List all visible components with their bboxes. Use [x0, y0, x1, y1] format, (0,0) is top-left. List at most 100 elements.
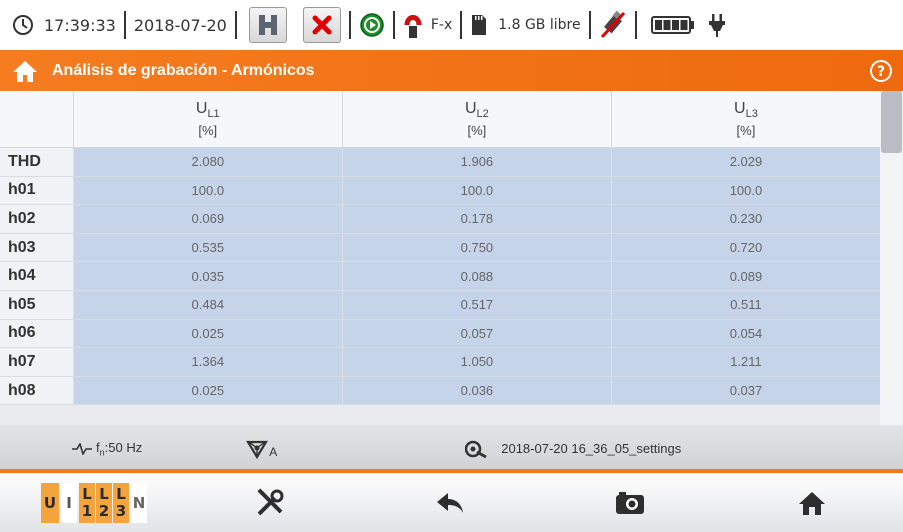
svg-text:?: ? — [877, 64, 885, 80]
column-main: U — [195, 100, 208, 118]
clamp-icon — [403, 11, 423, 39]
table-row[interactable]: h08 0.025 0.036 0.037 — [0, 376, 881, 406]
home-icon — [798, 491, 825, 515]
power-plug-icon — [707, 12, 727, 38]
row-label: h08 — [0, 376, 73, 405]
row-label: h04 — [0, 262, 73, 290]
cell-value: 2.080 — [72, 148, 342, 176]
cell-value: 100.0 — [610, 176, 881, 205]
cell-value: 0.025 — [72, 376, 342, 405]
nominal-frequency: fn:50 Hz — [96, 440, 142, 458]
cell-value: 0.035 — [72, 262, 342, 290]
cell-value: 100.0 — [341, 176, 611, 205]
cell-value: 0.178 — [341, 205, 611, 233]
l3-label: L — [116, 484, 126, 503]
divider — [392, 11, 395, 39]
column-sub: L1 — [207, 108, 220, 121]
i-toggle[interactable]: I — [61, 482, 77, 523]
l2-num: 2 — [98, 501, 110, 520]
sd-card-icon — [470, 13, 488, 37]
cell-value: 0.088 — [341, 262, 611, 290]
stop-icon — [312, 15, 332, 35]
cell-value: 0.036 — [341, 376, 611, 405]
freq-value: :50 Hz — [104, 439, 143, 455]
cell-value: 0.484 — [72, 290, 342, 319]
row-label: h05 — [0, 290, 73, 319]
row-label: THD — [0, 148, 73, 176]
divider — [588, 11, 591, 39]
column-sub: L2 — [476, 108, 489, 121]
help-icon[interactable]: ? — [869, 59, 893, 83]
status-time: 17:39:33 — [44, 15, 116, 35]
probe-icon — [465, 439, 487, 459]
cell-value: 0.069 — [72, 205, 342, 233]
cell-value: 1.211 — [610, 348, 881, 376]
cell-value: 0.535 — [72, 233, 342, 262]
scrollbar-thumb[interactable] — [881, 91, 902, 153]
column-unit: [%] — [467, 122, 487, 138]
table-row[interactable]: THD 2.080 1.906 2.029 — [0, 148, 881, 177]
cell-value: 0.057 — [341, 319, 611, 348]
table-row[interactable]: h06 0.025 0.057 0.054 — [0, 319, 881, 349]
cell-value: 1.906 — [341, 148, 611, 176]
back-icon — [437, 492, 463, 513]
network-config-icon: A — [246, 439, 277, 459]
table-row[interactable]: h03 0.535 0.750 0.720 — [0, 233, 881, 263]
divider — [460, 11, 463, 39]
page-title: Análisis de grabación - Armónicos — [52, 61, 315, 79]
row-label: h03 — [0, 233, 73, 262]
row-label: h07 — [0, 348, 73, 376]
storage-free: 1.8 GB libre — [498, 17, 581, 33]
l2-toggle[interactable]: L2 — [96, 482, 112, 523]
cell-value: 0.517 — [341, 290, 611, 319]
table-row[interactable]: h01 100.0 100.0 100.0 — [0, 176, 881, 206]
hold-button[interactable] — [248, 7, 287, 43]
cell-value: 0.720 — [610, 233, 881, 262]
cell-value: 0.230 — [610, 205, 881, 233]
u-toggle[interactable]: U — [41, 482, 59, 523]
status-date: 2018-07-20 — [133, 15, 227, 35]
table-row[interactable]: h02 0.069 0.178 0.230 — [0, 205, 881, 234]
harmonics-table: UL1 [%] UL2 [%] UL3 [%] THD 2.080 1.906 2.0… — [0, 91, 903, 425]
hold-icon — [258, 15, 277, 35]
cell-value: 0.037 — [610, 376, 881, 405]
back-button[interactable] — [360, 473, 540, 532]
home-button[interactable] — [720, 473, 903, 532]
column-header-u-l3: UL3 [%] — [610, 91, 880, 147]
column-unit: [%] — [736, 122, 756, 138]
cell-value: 0.089 — [610, 262, 881, 290]
l1-label: L — [82, 484, 92, 503]
column-main: U — [464, 100, 477, 118]
table-row[interactable]: h05 0.484 0.517 0.511 — [0, 290, 881, 320]
title-bar: Análisis de grabación - Armónicos ? — [0, 50, 903, 91]
l2-label: L — [99, 484, 109, 503]
usb-icon — [599, 10, 627, 40]
status-bar: 17:39:33 2018-07-20 F-x 1.8 GB libre — [0, 0, 903, 50]
config-sub: A — [269, 444, 278, 459]
cell-value: 0.750 — [341, 233, 611, 262]
table-header: UL1 [%] UL2 [%] UL3 [%] — [0, 91, 880, 148]
battery-icon — [650, 15, 695, 35]
table-row[interactable]: h07 1.364 1.050 1.211 — [0, 348, 881, 377]
screenshot-button[interactable] — [540, 473, 720, 532]
table-row[interactable]: h04 0.035 0.088 0.089 — [0, 262, 881, 291]
column-header-u-l2: UL2 [%] — [341, 91, 611, 147]
stop-button[interactable] — [302, 7, 341, 43]
phase-selector-button[interactable]: U I L1 L2 L3 N — [0, 473, 180, 532]
column-unit: [%] — [198, 122, 218, 138]
divider — [634, 11, 637, 39]
l3-toggle[interactable]: L3 — [113, 482, 129, 523]
cell-value: 0.025 — [72, 319, 342, 348]
row-label: h01 — [0, 176, 73, 205]
table-body: THD 2.080 1.906 2.029 h01 100.0 100.0 100.0 h0… — [0, 148, 881, 406]
record-icon[interactable] — [359, 12, 385, 38]
settings-tools-button[interactable] — [180, 473, 360, 532]
l1-num: 1 — [81, 501, 93, 520]
home-icon[interactable] — [12, 59, 38, 83]
column-sub: L3 — [745, 108, 758, 121]
n-toggle[interactable]: N — [131, 482, 147, 523]
l1-toggle[interactable]: L1 — [79, 482, 95, 523]
info-bar: fn:50 Hz A 2018-07-20 16_36_05_settings — [0, 425, 903, 472]
settings-name: 2018-07-20 16_36_05_settings — [501, 441, 682, 456]
row-label: h06 — [0, 319, 73, 348]
